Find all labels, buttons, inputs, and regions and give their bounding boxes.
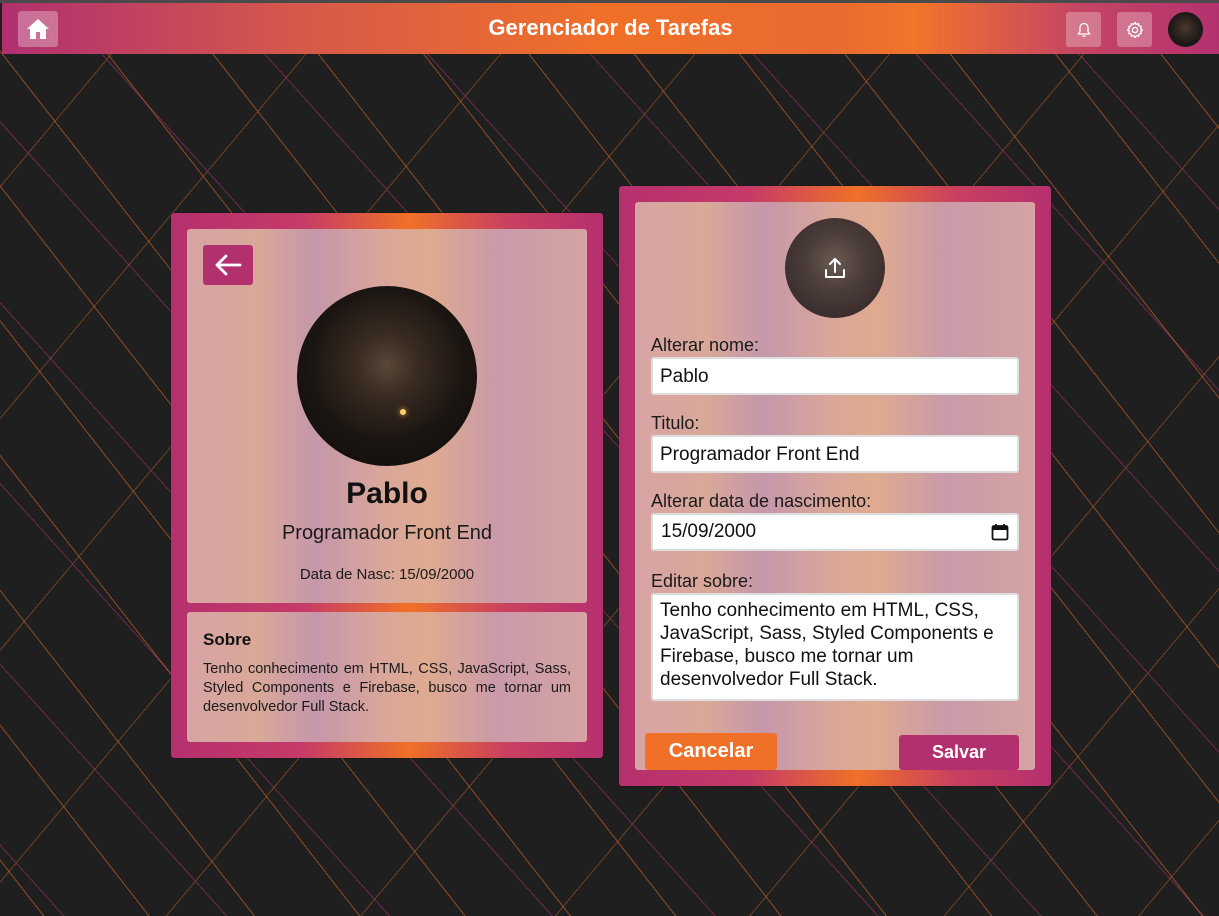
save-button[interactable]: Salvar: [899, 735, 1019, 770]
profile-name: Pablo: [346, 477, 428, 510]
calendar-icon[interactable]: [991, 523, 1009, 541]
cancel-button[interactable]: Cancelar: [645, 733, 777, 770]
about-panel: Sobre Tenho conhecimento em HTML, CSS, J…: [187, 612, 587, 742]
profile-panel: Pablo Programador Front End Data de Nasc…: [187, 229, 587, 603]
title-input[interactable]: Programador Front End: [651, 435, 1019, 473]
about-heading: Sobre: [203, 630, 252, 649]
name-label: Alterar nome:: [651, 335, 760, 355]
title-label: Titulo:: [651, 413, 700, 433]
user-avatar[interactable]: [1168, 12, 1203, 47]
dob-label: Alterar data de nascimento:: [651, 491, 872, 511]
dob-input[interactable]: 15/09/2000: [651, 513, 1019, 551]
profile-title: Programador Front End: [281, 522, 493, 544]
profile-card: Pablo Programador Front End Data de Nasc…: [171, 213, 603, 758]
edit-form-panel: Alterar nome: Pablo Titulo: Programador …: [635, 202, 1035, 770]
profile-photo: [297, 286, 477, 466]
about-label: Editar sobre:: [651, 571, 754, 591]
app-header: Gerenciador de Tarefas: [2, 3, 1219, 54]
gear-icon: [1126, 21, 1143, 38]
dob-value: 15/09/2000: [661, 521, 757, 542]
name-input[interactable]: Pablo: [651, 357, 1019, 395]
about-textarea[interactable]: Tenho conhecimento em HTML, CSS, JavaScr…: [651, 593, 1019, 701]
photo-upload-button[interactable]: [785, 218, 885, 318]
edit-profile-card: Alterar nome: Pablo Titulo: Programador …: [619, 186, 1051, 786]
notifications-button[interactable]: [1066, 12, 1101, 47]
about-text: Tenho conhecimento em HTML, CSS, JavaScr…: [203, 661, 571, 715]
upload-icon: [825, 258, 845, 278]
settings-button[interactable]: [1117, 12, 1152, 47]
arrow-left-icon: [215, 254, 242, 276]
bell-icon: [1076, 22, 1091, 37]
profile-dob: Data de Nasc: 15/09/2000: [299, 566, 475, 583]
app-title: Gerenciador de Tarefas: [488, 15, 733, 40]
photo-detail: [400, 409, 406, 415]
back-button[interactable]: [203, 245, 253, 285]
